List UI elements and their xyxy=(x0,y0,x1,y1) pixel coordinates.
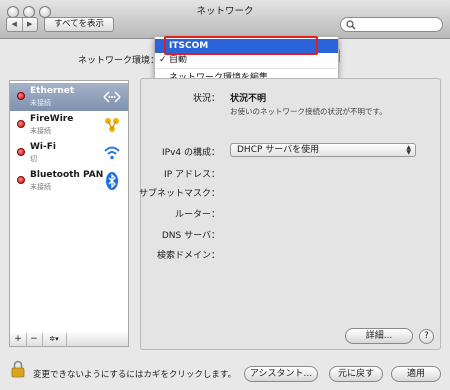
service-status: 未接続 xyxy=(30,99,51,107)
status-dot-icon xyxy=(17,120,25,128)
status-dot-icon xyxy=(17,92,25,100)
service-name: FireWire xyxy=(30,114,74,124)
status-description: お使いのネットワーク接続の状況が不明です。 xyxy=(230,107,387,116)
ip-address-label: IP アドレス： xyxy=(164,170,220,180)
status-value: 状況不明 xyxy=(230,94,267,104)
router-label: ルーター： xyxy=(174,210,220,220)
ipv4-config-value: DHCP サーバを使用 xyxy=(237,145,320,155)
service-status: 切 xyxy=(30,155,37,163)
subnet-mask-label: サブネットマスク： xyxy=(138,189,220,199)
add-service-button[interactable]: + xyxy=(10,333,27,346)
remove-service-button[interactable]: − xyxy=(26,333,43,346)
lock-hint-text: 変更できないようにするにはカギをクリックします。 xyxy=(33,370,237,380)
advanced-button[interactable]: 詳細... xyxy=(345,328,413,344)
service-tools: + − ✲▾ xyxy=(9,333,129,347)
status-dot-icon xyxy=(17,176,25,184)
service-status: 未接続 xyxy=(30,183,51,191)
help-button[interactable]: ? xyxy=(419,329,434,344)
search-icon xyxy=(346,20,356,30)
forward-button[interactable]: ▶ xyxy=(21,18,38,31)
service-name: Bluetooth PAN xyxy=(30,170,104,180)
location-label: ネットワーク環境： xyxy=(78,56,160,66)
menu-separator xyxy=(156,68,337,69)
nav-segmented-control: ◀ ▶ xyxy=(6,17,38,32)
search-domain-label: 検索ドメイン： xyxy=(156,251,220,261)
firewire-icon xyxy=(105,118,119,132)
dns-server-label: DNS サーバ： xyxy=(161,231,220,241)
service-status: 未接続 xyxy=(30,127,51,135)
ipv4-config-popup[interactable]: DHCP サーバを使用 ▲ ▼ xyxy=(230,143,416,157)
apply-button[interactable]: 適用 xyxy=(391,366,441,382)
ipv4-label: IPv4 の構成： xyxy=(162,148,220,158)
red-highlight-box xyxy=(164,36,318,55)
revert-button[interactable]: 元に戻す xyxy=(329,366,383,382)
assistant-button[interactable]: アシスタント... xyxy=(244,366,318,382)
service-name: Wi-Fi xyxy=(30,142,56,152)
lock-icon[interactable] xyxy=(11,360,25,378)
show-all-button[interactable]: すべてを表示 xyxy=(44,17,114,32)
window-title: ネットワーク xyxy=(196,6,254,17)
popup-arrows-icon: ▲ ▼ xyxy=(406,144,411,156)
checkmark-icon: ✓ xyxy=(159,55,167,65)
window-titlebar: ネットワーク ◀ ▶ すべてを表示 xyxy=(0,0,450,39)
status-label: 状況： xyxy=(192,94,220,104)
menu-item-automatic[interactable]: ✓ 自動 xyxy=(155,53,338,67)
action-menu-button[interactable]: ✲▾ xyxy=(42,333,67,346)
status-dot-icon xyxy=(17,148,25,156)
search-field[interactable] xyxy=(340,17,443,32)
service-item-firewire[interactable]: FireWire 未接続 xyxy=(10,111,128,139)
back-button[interactable]: ◀ xyxy=(7,18,22,31)
menu-item-label: 自動 xyxy=(169,55,188,65)
service-name: Ethernet xyxy=(30,86,75,96)
